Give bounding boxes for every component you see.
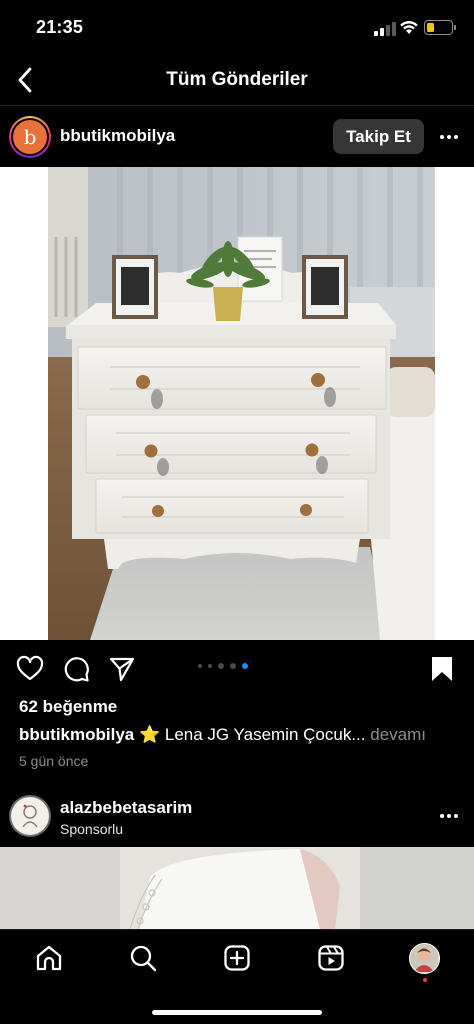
heart-icon[interactable] <box>16 655 44 683</box>
carousel-dot <box>218 663 224 669</box>
sponsored-label: Sponsorlu <box>60 821 124 837</box>
home-indicator <box>152 1010 322 1015</box>
ellipsis-icon <box>440 135 444 139</box>
avatar[interactable]: b <box>9 116 51 158</box>
dresser-photo <box>0 167 474 640</box>
tab-reels[interactable] <box>315 942 347 974</box>
follow-button[interactable]: Takip Et <box>333 119 424 154</box>
post-username[interactable]: bbutikmobilya <box>60 126 175 146</box>
likes-count[interactable]: 62 beğenme <box>19 697 117 717</box>
carousel-dot-active <box>242 663 248 669</box>
nav-header: Tüm Gönderiler <box>0 56 474 106</box>
sponsored-username[interactable]: alazbebetasarim <box>60 798 192 818</box>
profile-avatar <box>410 944 438 972</box>
sponsored-avatar[interactable] <box>9 795 51 837</box>
search-icon <box>130 945 157 972</box>
bookmark-icon[interactable] <box>428 655 456 683</box>
home-icon <box>36 945 62 971</box>
ellipsis-icon <box>440 814 444 818</box>
sponsored-brand-logo <box>22 804 38 828</box>
caption-more-link[interactable]: devamı <box>370 725 426 744</box>
caption-text: ⭐ Lena JG Yasemin Çocuk... <box>138 725 366 744</box>
carousel-dot <box>208 664 212 668</box>
tab-search[interactable] <box>127 942 159 974</box>
comment-icon[interactable] <box>62 655 90 683</box>
battery-icon <box>424 20 456 35</box>
status-time: 21:35 <box>36 17 84 37</box>
post-timestamp: 5 gün önce <box>19 753 89 769</box>
sponsored-header: alazbebetasarim Sponsorlu <box>0 788 474 846</box>
page-title: Tüm Gönderiler <box>166 69 308 90</box>
more-options-button[interactable] <box>436 124 462 150</box>
carousel-dot <box>230 663 236 669</box>
carousel-dot <box>198 664 202 668</box>
post-image[interactable] <box>0 167 474 640</box>
sponsored-image[interactable] <box>0 847 474 929</box>
create-icon <box>224 945 250 971</box>
notification-dot <box>423 978 427 982</box>
tab-home[interactable] <box>33 942 65 974</box>
status-bar: 21:35 <box>0 0 474 56</box>
reels-icon <box>318 945 344 971</box>
tab-profile[interactable] <box>409 943 440 974</box>
signal-icon <box>374 22 396 36</box>
share-icon[interactable] <box>108 655 136 683</box>
brand-logo: b <box>13 120 47 154</box>
sponsored-more-button[interactable] <box>436 803 462 829</box>
lace-fabric-photo <box>0 847 474 929</box>
carousel-indicator <box>198 663 248 669</box>
caption-username[interactable]: bbutikmobilya <box>19 725 134 744</box>
tab-create[interactable] <box>221 942 253 974</box>
post-header: b bbutikmobilya Takip Et <box>0 107 474 167</box>
post-caption[interactable]: bbutikmobilya ⭐ Lena JG Yasemin Çocuk...… <box>19 725 459 745</box>
wifi-icon <box>400 20 418 34</box>
